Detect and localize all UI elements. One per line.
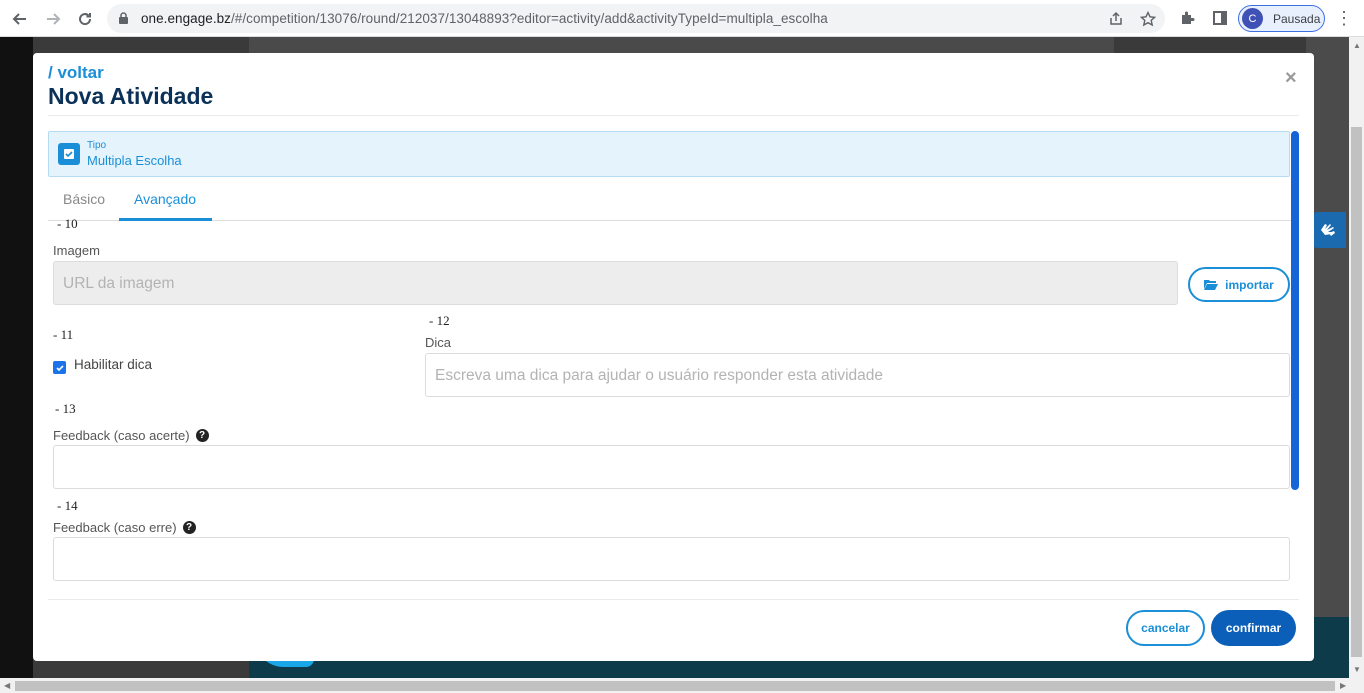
share-icon[interactable] (1106, 9, 1126, 29)
help-icon[interactable]: ? (195, 429, 209, 443)
close-icon[interactable]: × (1285, 67, 1297, 90)
hint-label: Dica (425, 335, 452, 350)
cancel-button[interactable]: cancelar (1126, 610, 1205, 646)
scroll-right-arrow-icon[interactable]: ▶ (1340, 681, 1346, 690)
folder-open-icon (1204, 280, 1219, 290)
import-label: importar (1225, 277, 1274, 292)
active-tab-indicator (119, 218, 212, 221)
extensions-puzzle-icon[interactable] (1178, 8, 1198, 28)
image-url-placeholder: URL da imagem (63, 275, 175, 292)
modal-scrollbar[interactable] (1291, 131, 1299, 490)
feedback-correct-text: Feedback (caso acerte) (53, 428, 190, 443)
divider (48, 599, 1299, 600)
url-text: one.engage.bz/#/competition/13076/round/… (141, 11, 828, 26)
type-value: Multipla Escolha (87, 153, 182, 168)
feedback-wrong-text: Feedback (caso erre) (53, 520, 177, 535)
divider (48, 115, 1299, 116)
modal-body: Tipo Multipla Escolha Básico Avançado - … (48, 131, 1291, 591)
avatar: C (1242, 8, 1263, 29)
feedback-correct-input[interactable] (53, 445, 1290, 489)
side-panel-icon[interactable] (1210, 8, 1230, 28)
address-bar[interactable]: one.engage.bz/#/competition/13076/round/… (107, 4, 1165, 33)
back-link[interactable]: / voltar (48, 63, 104, 83)
field-number: - 11 (53, 327, 74, 342)
back-arrow-icon[interactable] (7, 6, 33, 32)
confirm-button[interactable]: confirmar (1211, 610, 1296, 646)
field-number: - 14 (57, 498, 78, 513)
hint-input[interactable]: Escreva uma dica para ajudar o usuário r… (425, 353, 1290, 397)
enable-hint-label: Habilitar dica (74, 357, 153, 372)
tab-basico[interactable]: Básico (63, 191, 105, 207)
accessibility-widget[interactable] (1310, 212, 1346, 248)
type-label: Tipo (87, 140, 107, 151)
browser-toolbar: one.engage.bz/#/competition/13076/round/… (0, 0, 1364, 37)
tab-bar: Básico Avançado (48, 177, 1291, 221)
sign-language-hands-icon (1321, 224, 1335, 236)
browser-menu-icon[interactable]: ⋮ (1335, 8, 1353, 29)
bookmark-star-icon[interactable] (1138, 9, 1158, 29)
horizontal-scroll-thumb[interactable] (15, 681, 1335, 691)
check-icon (58, 143, 80, 165)
tab-avancado[interactable]: Avançado (134, 191, 196, 207)
help-icon[interactable]: ? (182, 521, 196, 535)
scroll-down-arrow-icon[interactable]: ▼ (1353, 665, 1361, 674)
vertical-scroll-thumb[interactable] (1351, 127, 1362, 657)
profile-chip[interactable]: C Pausada (1238, 5, 1325, 32)
page-vertical-scrollbar[interactable]: ▲ ▼ (1349, 37, 1364, 678)
modal-title: Nova Atividade (48, 83, 214, 109)
backdrop-panel (249, 37, 1114, 53)
reload-icon[interactable] (72, 6, 98, 32)
image-url-input[interactable]: URL da imagem (53, 261, 1178, 305)
backdrop-left (0, 37, 33, 678)
new-activity-modal: / voltar Nova Atividade × Tipo Multipla … (33, 53, 1314, 661)
lock-icon (119, 12, 128, 24)
activity-type-box: Tipo Multipla Escolha (48, 131, 1290, 177)
profile-status: Pausada (1273, 11, 1321, 26)
scroll-left-arrow-icon[interactable]: ◀ (4, 681, 10, 690)
page-horizontal-scrollbar[interactable]: ◀ ▶ (0, 678, 1364, 693)
forward-arrow-icon[interactable] (40, 6, 66, 32)
feedback-correct-label: Feedback (caso acerte)? (53, 428, 209, 443)
scroll-up-arrow-icon[interactable]: ▲ (1353, 41, 1361, 50)
field-number: - 10 (57, 216, 78, 231)
field-number: - 13 (55, 401, 76, 416)
feedback-wrong-label: Feedback (caso erre)? (53, 520, 196, 535)
enable-hint-checkbox[interactable] (53, 361, 66, 374)
feedback-wrong-input[interactable] (53, 537, 1290, 581)
image-label: Imagem (53, 243, 100, 258)
hint-placeholder: Escreva uma dica para ajudar o usuário r… (435, 367, 884, 384)
import-button[interactable]: importar (1188, 267, 1290, 302)
field-number: - 12 (429, 313, 450, 328)
